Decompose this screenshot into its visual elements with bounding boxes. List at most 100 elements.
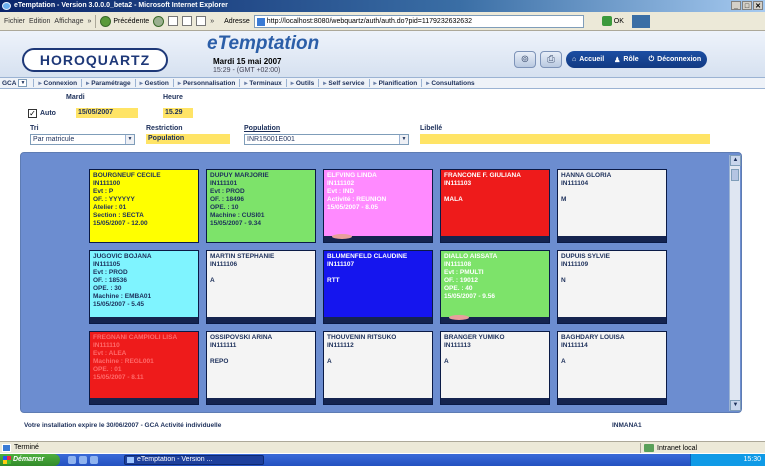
- badge-oval-icon: [332, 234, 352, 239]
- tab-connexion[interactable]: Connexion: [33, 79, 81, 87]
- employee-card[interactable]: FRANCONE F. GIULIANA IN111103 MALA: [440, 169, 550, 243]
- stop-button[interactable]: [168, 16, 179, 26]
- employee-detail: [327, 350, 429, 358]
- go-button[interactable]: OK: [601, 16, 624, 26]
- libelle-label: Libellé: [420, 125, 443, 132]
- search-icon[interactable]: ⊚: [514, 51, 536, 68]
- toolbar-more[interactable]: »: [210, 18, 214, 25]
- tab-parametrage[interactable]: Paramétrage: [81, 79, 134, 87]
- employee-card[interactable]: HANNA GLORIA IN111104 M: [557, 169, 667, 243]
- scroll-thumb[interactable]: [731, 169, 739, 181]
- hour-label: Heure: [163, 94, 183, 101]
- app-header: HOROQUARTZ eTemptation Mardi 15 mai 2007…: [0, 31, 765, 78]
- employee-card[interactable]: BAGHDARY LOUISA IN111114 A: [557, 331, 667, 405]
- employee-detail: OPE. : 40: [444, 285, 473, 292]
- employee-card[interactable]: DUPUIS SYLVIE IN111109 N: [557, 250, 667, 324]
- employee-detail: Atelier : 01: [93, 204, 127, 211]
- tab-planification[interactable]: Planification: [368, 79, 422, 87]
- tab-self-service[interactable]: Self service: [318, 79, 368, 87]
- employee-grid: BOURGNEUF CECILE IN111100 Evt : P OF. : YYY…: [20, 152, 742, 413]
- tab-consultations[interactable]: Consultations: [421, 79, 478, 87]
- employee-name: ELFVING LINDA: [327, 172, 377, 179]
- employee-id: IN111110: [93, 342, 120, 349]
- home-nav-label: Accueil: [579, 56, 605, 63]
- employee-name: BOURGNEUF CECILE: [93, 172, 161, 179]
- employee-detail: REPO: [210, 358, 229, 365]
- back-button[interactable]: Précédente: [100, 15, 149, 27]
- desktop-icon[interactable]: [68, 456, 76, 464]
- card-status-bar: [558, 317, 666, 323]
- browser-icon[interactable]: [79, 456, 87, 464]
- population-select[interactable]: INR15001E001 ▼: [244, 134, 409, 145]
- windows-taskbar: Démarrer eTemptation - Version ... 15:30: [0, 454, 765, 466]
- sort-select[interactable]: Par matricule ▼: [30, 134, 135, 145]
- forward-button[interactable]: [153, 15, 165, 27]
- employee-detail: Machine : CUSI01: [210, 212, 265, 219]
- date-field[interactable]: 15/05/2007: [76, 108, 138, 118]
- home-button[interactable]: [196, 16, 207, 26]
- address-input[interactable]: http://localhost:8080/webquartz/auth/aut…: [253, 14, 584, 28]
- employee-detail: Activité : REUNION: [327, 196, 387, 203]
- employee-card[interactable]: DUPUY MARJORIE IN111101 Evt : PROD OF. : 18…: [206, 169, 316, 243]
- auto-checkbox[interactable]: ✓: [28, 109, 37, 118]
- employee-id: IN111109: [561, 261, 589, 268]
- restriction-field[interactable]: Population: [146, 134, 230, 144]
- maximize-button[interactable]: □: [742, 1, 752, 10]
- menu-affichage[interactable]: Affichage: [54, 18, 83, 25]
- vertical-scrollbar[interactable]: ▲ ▼: [729, 155, 741, 411]
- refresh-button[interactable]: [182, 16, 193, 26]
- employee-card[interactable]: OSSIPOVSKI ARINA IN111111 REPO: [206, 331, 316, 405]
- current-time: 15:29 - (GMT +02:00): [213, 67, 281, 74]
- module-selector[interactable]: GCA ▼: [2, 79, 28, 87]
- close-button[interactable]: ✕: [753, 1, 763, 10]
- libelle-field[interactable]: [420, 134, 710, 144]
- card-status-bar: [90, 398, 198, 404]
- population-label[interactable]: Population: [244, 125, 280, 132]
- menu-edition[interactable]: Edition: [29, 18, 50, 25]
- employee-name: BLUMENFELD CLAUDINE: [327, 253, 408, 260]
- scroll-down-icon[interactable]: ▼: [730, 400, 741, 411]
- scroll-up-icon[interactable]: ▲: [730, 155, 741, 166]
- home-icon: ⌂: [572, 56, 577, 63]
- logout-nav-button[interactable]: ⏻ Déconnexion: [649, 56, 702, 64]
- role-nav-button[interactable]: ♟ Rôle: [614, 56, 638, 64]
- employee-card[interactable]: BLUMENFELD CLAUDINE IN111107 RTT: [323, 250, 433, 324]
- tab-outils[interactable]: Outils: [285, 79, 319, 87]
- home-nav-button[interactable]: ⌂ Accueil: [572, 56, 604, 63]
- hour-field[interactable]: 15.29: [163, 108, 193, 118]
- employee-card[interactable]: DIALLO AISSATA IN111108 Evt : PMULTI OF. : …: [440, 250, 550, 324]
- employee-detail: 15/05/2007 - 12.00: [93, 220, 148, 227]
- page-icon: [2, 444, 11, 452]
- tab-gestion[interactable]: Gestion: [134, 79, 173, 87]
- browser-status-bar: Terminé Intranet local: [0, 441, 765, 453]
- card-status-bar: [441, 398, 549, 404]
- employee-card[interactable]: JUGOVIC BOJANA IN111105 Evt : PROD OF. : 18…: [89, 250, 199, 324]
- tab-personnalisation[interactable]: Personnalisation: [172, 79, 239, 87]
- employee-name: FRANCONE F. GIULIANA: [444, 172, 521, 179]
- taskbar-window-button[interactable]: eTemptation - Version ...: [124, 455, 264, 465]
- window-controls: _ □ ✕: [731, 1, 763, 10]
- horoquartz-logo: HOROQUARTZ: [22, 48, 168, 72]
- employee-id: IN111106: [210, 261, 238, 268]
- window-title: eTemptation - Version 3.0.0.0_beta2 - Mi…: [14, 2, 228, 9]
- start-button[interactable]: Démarrer: [0, 454, 60, 466]
- employee-card[interactable]: BOURGNEUF CECILE IN111100 Evt : P OF. : YYY…: [89, 169, 199, 243]
- print-icon[interactable]: ⎙: [540, 51, 562, 68]
- filter-form: Mardi Heure ✓ Auto 15/05/2007 15.29 Tri …: [0, 89, 765, 145]
- folder-icon[interactable]: [90, 456, 98, 464]
- employee-detail: [210, 350, 312, 358]
- employee-card[interactable]: ELFVING LINDA IN111102 Evt : IND Activité :…: [323, 169, 433, 243]
- employee-card[interactable]: FREGNANI CAMPIOLI LISA IN111110 Evt : ALEA…: [89, 331, 199, 405]
- app-footer: Votre installation expire le 30/06/2007 …: [0, 420, 765, 431]
- links-button[interactable]: [631, 14, 650, 28]
- employee-detail: [561, 188, 663, 196]
- user-icon: ♟: [614, 56, 621, 64]
- menu-more[interactable]: »: [87, 18, 91, 25]
- menu-fichier[interactable]: Fichier: [4, 18, 25, 25]
- tab-terminaux[interactable]: Terminaux: [239, 79, 285, 87]
- badge-oval-icon: [449, 315, 469, 320]
- employee-card[interactable]: THOUVENIN RITSUKO IN111112 A: [323, 331, 433, 405]
- minimize-button[interactable]: _: [731, 1, 741, 10]
- employee-card[interactable]: MARTIN STEPHANIE IN111106 A: [206, 250, 316, 324]
- employee-card[interactable]: BRANGER YUMIKO IN111113 A: [440, 331, 550, 405]
